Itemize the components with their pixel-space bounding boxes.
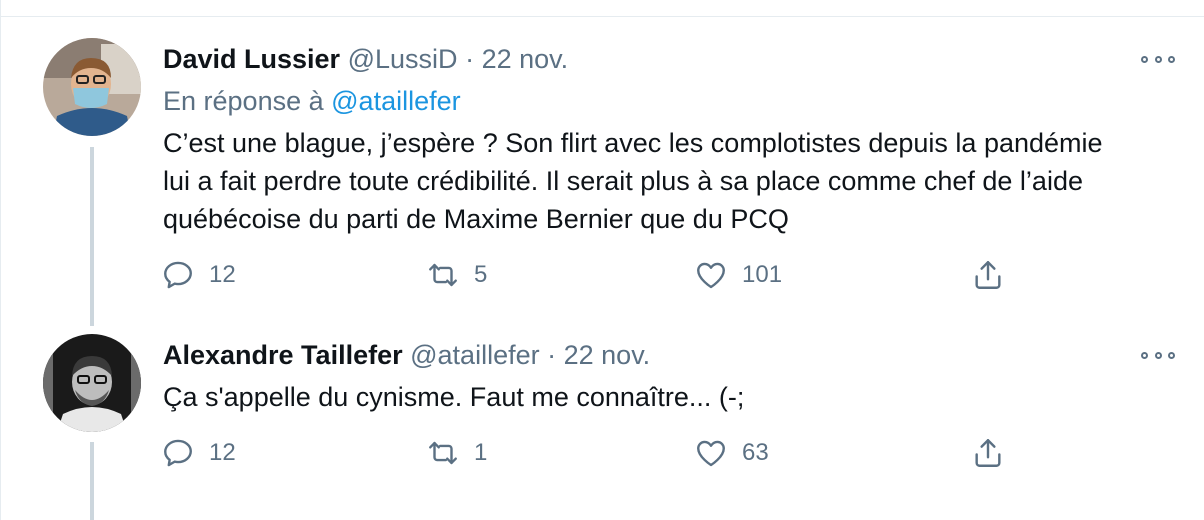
heart-icon <box>697 440 725 467</box>
avatar[interactable] <box>43 334 141 432</box>
like-button[interactable]: 63 <box>694 436 769 470</box>
retweet-icon <box>429 263 457 287</box>
retweet-count: 1 <box>474 439 488 466</box>
divider <box>1 16 1204 17</box>
tweet-actions: 12 5 101 <box>161 258 1021 292</box>
like-count: 63 <box>742 439 769 466</box>
separator: · <box>547 340 557 370</box>
share-button[interactable] <box>971 258 1005 292</box>
tweet-date[interactable]: 22 nov. <box>482 44 569 74</box>
retweet-icon <box>429 441 457 465</box>
handle[interactable]: @LussiD <box>348 44 458 74</box>
reply-icon <box>164 439 192 467</box>
tweet-text: C’est une blague, j’espère ? Son flirt a… <box>163 128 1103 234</box>
thread-line <box>90 442 94 520</box>
handle[interactable]: @ataillefer <box>410 340 539 370</box>
share-icon <box>975 439 1001 467</box>
tweet-header: David Lussier @LussiD · 22 nov. <box>163 42 568 76</box>
tweet[interactable]: David Lussier @LussiD · 22 nov. En répon… <box>1 30 1204 330</box>
more-icon[interactable] <box>1141 348 1175 362</box>
tweet[interactable]: Alexandre Taillefer @ataillefer · 22 nov… <box>1 330 1204 520</box>
tweet-date[interactable]: 22 nov. <box>564 340 651 370</box>
timeline: David Lussier @LussiD · 22 nov. En répon… <box>0 0 1204 520</box>
tweet-header: Alexandre Taillefer @ataillefer · 22 nov… <box>163 338 650 372</box>
retweet-button[interactable]: 1 <box>426 436 487 470</box>
share-icon <box>975 261 1001 289</box>
reply-count: 12 <box>209 261 236 288</box>
more-icon[interactable] <box>1141 52 1175 66</box>
reply-icon <box>164 261 192 289</box>
reply-count: 12 <box>209 439 236 466</box>
like-button[interactable]: 101 <box>694 258 782 292</box>
reply-button[interactable]: 12 <box>161 258 236 292</box>
tweet-text: Ça s'appelle du cynisme. Faut me connaît… <box>163 382 745 412</box>
avatar[interactable] <box>43 38 141 136</box>
reply-prefix: En réponse à <box>163 86 324 116</box>
reply-button[interactable]: 12 <box>161 436 236 470</box>
reply-mention[interactable]: @ataillefer <box>331 86 460 116</box>
share-button[interactable] <box>971 436 1005 470</box>
separator: · <box>465 44 475 74</box>
display-name[interactable]: Alexandre Taillefer <box>163 340 403 370</box>
tweet-actions: 12 1 63 <box>161 436 1021 470</box>
retweet-count: 5 <box>474 261 488 288</box>
display-name[interactable]: David Lussier <box>163 44 340 74</box>
like-count: 101 <box>742 261 783 288</box>
heart-icon <box>697 262 725 289</box>
retweet-button[interactable]: 5 <box>426 258 487 292</box>
reply-context: En réponse à @ataillefer <box>163 84 461 118</box>
thread-line <box>90 147 94 326</box>
